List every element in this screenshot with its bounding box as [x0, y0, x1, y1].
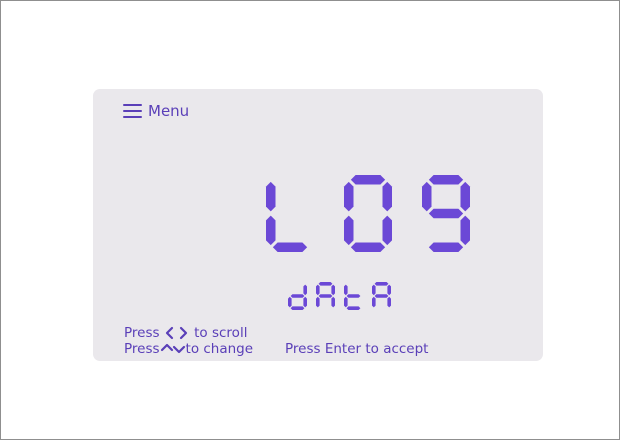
- segment-g: [290, 294, 305, 298]
- scroll-hint: Press to scroll: [124, 326, 247, 341]
- left-right-chevrons-icon: [165, 326, 187, 340]
- segment-b: [303, 284, 307, 296]
- segment-c: [382, 215, 392, 246]
- segment-display: [266, 175, 470, 310]
- change-hint-prefix: Press: [124, 341, 160, 357]
- segment-c: [303, 296, 307, 308]
- segment-f: [266, 181, 276, 212]
- accept-hint: Press Enter to accept: [285, 341, 429, 357]
- segment-b: [331, 284, 335, 296]
- segment-g: [318, 294, 333, 298]
- segment-e: [266, 215, 276, 246]
- segment-g: [374, 294, 389, 298]
- segment-f: [316, 284, 320, 296]
- main-digit-3: [422, 175, 470, 252]
- main-digit-2: [344, 175, 392, 252]
- segment-e: [288, 296, 292, 308]
- segment-e: [316, 296, 320, 308]
- segment-f: [344, 181, 354, 212]
- segment-a: [350, 175, 386, 185]
- lcd-screen: Menu Press to scroll Press to change Pre…: [93, 89, 543, 361]
- change-hint: Press to change: [124, 342, 253, 357]
- segment-c: [331, 296, 335, 308]
- segment-a: [374, 282, 389, 286]
- main-readout: [266, 175, 470, 252]
- segment-e: [372, 296, 376, 308]
- segment-b: [460, 181, 470, 212]
- segment-d: [350, 242, 386, 252]
- scroll-hint-suffix: to scroll: [194, 325, 248, 341]
- scroll-hint-prefix: Press: [124, 325, 160, 341]
- segment-d: [346, 306, 361, 310]
- up-down-chevrons-icon: [160, 343, 185, 354]
- sub-digit-4: [372, 282, 391, 308]
- segment-d: [290, 306, 305, 310]
- segment-f: [372, 284, 376, 296]
- sub-digit-1: [288, 284, 307, 310]
- segment-a: [428, 175, 464, 185]
- segment-c: [387, 296, 391, 308]
- segment-e: [344, 215, 354, 246]
- segment-d: [428, 242, 464, 252]
- segment-g: [346, 294, 361, 298]
- sub-readout: [288, 282, 391, 310]
- segment-b: [387, 284, 391, 296]
- change-hint-suffix: to change: [185, 341, 254, 357]
- sub-digit-2: [316, 282, 335, 308]
- main-digit-1: [266, 181, 308, 252]
- segment-b: [382, 181, 392, 212]
- segment-d: [272, 242, 308, 252]
- segment-e: [344, 296, 348, 308]
- segment-c: [460, 215, 470, 246]
- segment-g: [428, 208, 464, 219]
- segment-f: [344, 284, 348, 296]
- device-frame: Menu Press to scroll Press to change Pre…: [0, 0, 620, 440]
- sub-digit-3: [344, 284, 361, 310]
- segment-f: [422, 181, 432, 212]
- segment-a: [318, 282, 333, 286]
